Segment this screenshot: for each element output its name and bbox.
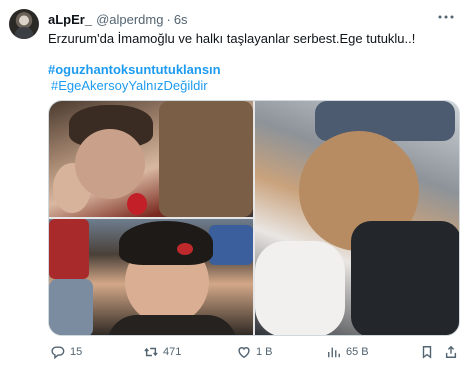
user-handle[interactable]: @alperdmg bbox=[96, 12, 163, 27]
hashtag-link[interactable]: #EgeAkersoyYalnızDeğildir bbox=[51, 78, 208, 94]
share-button[interactable] bbox=[444, 342, 458, 362]
views-icon bbox=[328, 347, 340, 358]
separator-dot: · bbox=[166, 11, 171, 27]
photo-woman-on-ground[interactable] bbox=[255, 101, 459, 335]
views-button[interactable]: 65 B bbox=[327, 342, 369, 362]
reply-icon bbox=[51, 346, 65, 359]
action-bar: 15 471 1 B 65 B bbox=[48, 342, 460, 362]
photo-detail bbox=[351, 221, 459, 335]
photo-boy-head-wound[interactable] bbox=[49, 219, 253, 335]
reply-button[interactable]: 15 bbox=[51, 342, 82, 362]
like-count: 1 B bbox=[256, 346, 273, 358]
photo-detail bbox=[49, 279, 93, 335]
photo-detail bbox=[127, 193, 147, 215]
hashtag-link[interactable]: #oguzhantoksuntutuklansın bbox=[48, 62, 221, 78]
repost-icon bbox=[144, 347, 158, 357]
photo-detail bbox=[209, 225, 253, 265]
like-icon bbox=[238, 347, 250, 359]
display-name[interactable]: aLpEr_ bbox=[48, 12, 92, 27]
views-count: 65 B bbox=[346, 346, 369, 358]
avatar[interactable] bbox=[9, 9, 39, 39]
timestamp[interactable]: 6s bbox=[174, 12, 188, 27]
more-icon[interactable] bbox=[437, 9, 455, 25]
photo-detail bbox=[255, 241, 345, 335]
bookmark-icon bbox=[422, 346, 432, 359]
media-grid bbox=[48, 100, 460, 336]
photo-detail bbox=[49, 219, 89, 279]
photo-injured-boy[interactable] bbox=[49, 101, 253, 217]
tweet-header: aLpEr_ @alperdmg · 6s bbox=[48, 11, 188, 27]
like-button[interactable]: 1 B bbox=[237, 342, 273, 362]
repost-count: 471 bbox=[163, 346, 182, 358]
photo-detail bbox=[159, 101, 253, 217]
photo-detail bbox=[107, 315, 237, 335]
tweet-text: Erzurum'da İmamoğlu ve halkı taşlayanlar… bbox=[48, 31, 416, 46]
tweet[interactable]: aLpEr_ @alperdmg · 6s Erzurum'da İmamoğl… bbox=[0, 0, 467, 369]
bookmark-button[interactable] bbox=[420, 342, 434, 362]
reply-count: 15 bbox=[70, 346, 83, 358]
photo-detail bbox=[75, 129, 145, 199]
photo-detail bbox=[119, 221, 213, 265]
photo-detail bbox=[177, 243, 193, 255]
repost-button[interactable]: 471 bbox=[144, 342, 181, 362]
share-icon bbox=[445, 345, 457, 358]
